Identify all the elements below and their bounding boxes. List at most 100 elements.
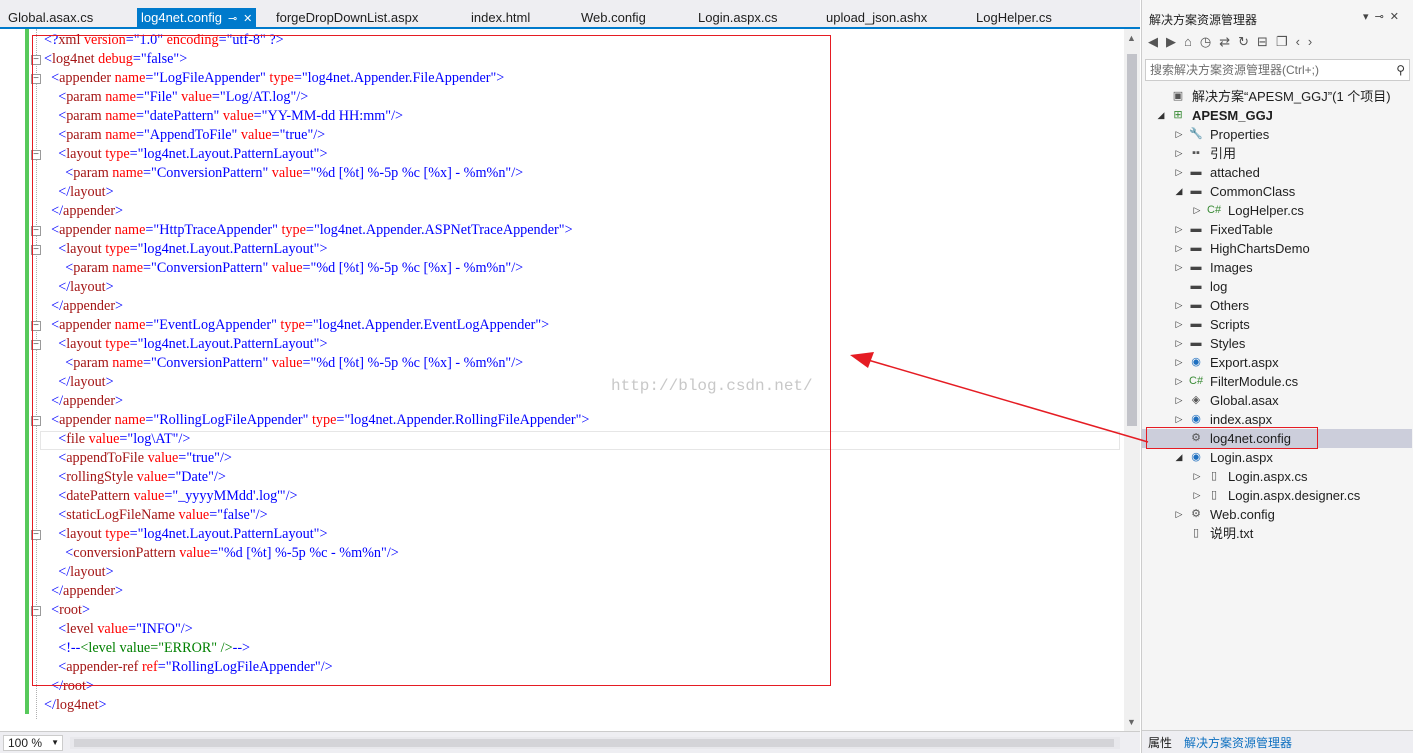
pin-icon[interactable]: ⊸	[1375, 11, 1390, 23]
collapsed-arrow-icon[interactable]: ▷	[1174, 125, 1184, 144]
annotation-box	[32, 35, 831, 686]
expanded-arrow-icon[interactable]: ◢	[1174, 182, 1184, 201]
tree-item-label: Export.aspx	[1210, 355, 1279, 370]
collapsed-arrow-icon[interactable]: ▷	[1174, 315, 1184, 334]
tab-properties[interactable]: 属性	[1148, 734, 1172, 751]
collapsed-arrow-icon[interactable]: ▷	[1174, 144, 1184, 163]
search-icon[interactable]: ⚲	[1396, 60, 1405, 80]
pin-icon[interactable]: ⊸	[228, 10, 237, 29]
collapsed-arrow-icon[interactable]: ▷	[1174, 353, 1184, 372]
collapsed-arrow-icon[interactable]: ▷	[1192, 201, 1202, 220]
collapsed-arrow-icon[interactable]: ▷	[1174, 239, 1184, 258]
tree-item[interactable]: ▬ log	[1142, 277, 1412, 296]
collapsed-arrow-icon[interactable]: ▷	[1174, 334, 1184, 353]
tab-solution-explorer[interactable]: 解决方案资源管理器	[1184, 734, 1292, 751]
back-icon[interactable]: ◀	[1148, 34, 1166, 49]
tree-item[interactable]: ▷ ▬ Styles	[1142, 334, 1412, 353]
scroll-thumb[interactable]	[74, 739, 1114, 747]
tree-item[interactable]: ▷ C# FilterModule.cs	[1142, 372, 1412, 391]
editor-horizontal-scrollbar[interactable]	[70, 737, 1120, 749]
refresh-icon[interactable]: ↻	[1238, 34, 1257, 49]
collapsed-arrow-icon[interactable]: ▷	[1192, 467, 1202, 486]
tab-web-config[interactable]: Web.config	[581, 8, 646, 27]
tree-item[interactable]: ▷ ▬ HighChartsDemo	[1142, 239, 1412, 258]
search-placeholder: 搜索解决方案资源管理器(Ctrl+;)	[1150, 63, 1319, 77]
editor-bottom-bar: 100 % ▼	[0, 731, 1140, 753]
scroll-down-icon[interactable]: ▼	[1127, 717, 1136, 727]
collapsed-arrow-icon[interactable]: ▷	[1174, 372, 1184, 391]
collapsed-arrow-icon[interactable]: ▷	[1174, 505, 1184, 524]
tree-item-label: Others	[1210, 298, 1250, 313]
tree-item[interactable]: ▷ ▯ Login.aspx.designer.cs	[1142, 486, 1412, 505]
tree-item[interactable]: ▷ ▬ Scripts	[1142, 315, 1412, 334]
tree-item[interactable]: ▷ ⚙ Web.config	[1142, 505, 1412, 524]
tree-item[interactable]: ▣ 解决方案“APESM_GGJ”(1 个项目)	[1142, 87, 1412, 106]
tree-item[interactable]: ▯ 说明.txt	[1142, 524, 1412, 543]
tab-global-asax-cs[interactable]: Global.asax.cs	[8, 8, 93, 27]
tree-item[interactable]: ▷ ▬ Others	[1142, 296, 1412, 315]
expanded-arrow-icon[interactable]: ◢	[1156, 106, 1166, 125]
collapse-icon[interactable]: ⊟	[1257, 34, 1276, 49]
tree-item-label: log	[1210, 279, 1228, 294]
search-input[interactable]: 搜索解决方案资源管理器(Ctrl+;) ⚲	[1145, 59, 1410, 81]
tab-upload-json-ashx[interactable]: upload_json.ashx	[826, 8, 927, 27]
references-icon: ▪▪	[1192, 147, 1200, 159]
code-editor[interactable]: <?xml version="1.0" encoding="utf-8" ?> <…	[0, 29, 1124, 731]
tree-item-label: Login.aspx.designer.cs	[1228, 488, 1361, 503]
expanded-arrow-icon[interactable]: ◢	[1174, 448, 1184, 467]
solution-icon: ▣	[1172, 90, 1184, 102]
tree-item[interactable]: ▷ ▯ Login.aspx.cs	[1142, 467, 1412, 486]
history-icon[interactable]: ◷	[1200, 34, 1219, 49]
tree-item[interactable]: ▷ ▬ attached	[1142, 163, 1412, 182]
tree-item-label: 引用	[1210, 146, 1237, 161]
scroll-thumb[interactable]	[1127, 54, 1137, 426]
tree-item[interactable]: ▷ ▬ Images	[1142, 258, 1412, 277]
tab-label: log4net.config	[141, 10, 222, 25]
tree-item[interactable]: ▷ ▪▪ 引用	[1142, 144, 1412, 163]
code-icon[interactable]: ‹›	[1296, 34, 1321, 49]
tree-item[interactable]: ◢ ⊞ APESM_GGJ	[1142, 106, 1412, 125]
config-file-icon: ⚙	[1191, 508, 1201, 520]
copy-icon[interactable]: ❐	[1276, 34, 1296, 49]
text-file-icon: ▯	[1192, 527, 1200, 539]
tab-forgedropdownlist-aspx[interactable]: forgeDropDownList.aspx	[276, 8, 418, 27]
code-token: log4net	[55, 697, 99, 713]
tree-item[interactable]: ▷ ▬ FixedTable	[1142, 220, 1412, 239]
tab-log4net-config[interactable]: log4net.config ⊸ ✕	[137, 8, 257, 29]
tab-login-aspx-cs[interactable]: Login.aspx.cs	[698, 8, 778, 27]
collapsed-arrow-icon[interactable]: ▷	[1192, 486, 1202, 505]
collapsed-arrow-icon[interactable]: ▷	[1174, 220, 1184, 239]
home-icon[interactable]: ⌂	[1184, 34, 1200, 49]
tab-loghelper-cs[interactable]: LogHelper.cs	[976, 8, 1052, 27]
close-icon[interactable]: ✕	[1390, 11, 1405, 23]
folder-icon: ▬	[1190, 318, 1202, 330]
aspx-file-icon: ◉	[1191, 356, 1201, 368]
dropdown-icon[interactable]: ▾	[1363, 11, 1375, 23]
collapsed-arrow-icon[interactable]: ▷	[1174, 163, 1184, 182]
editor-vertical-scrollbar[interactable]: ▲ ▼	[1124, 29, 1140, 731]
collapsed-arrow-icon[interactable]: ▷	[1174, 296, 1184, 315]
panel-title-controls: ▾⊸✕	[1363, 10, 1405, 23]
code-token: </	[44, 697, 56, 713]
tree-item[interactable]: ◢ ◉ Login.aspx	[1142, 448, 1412, 467]
tree-item[interactable]: ▷ ◈ Global.asax	[1142, 391, 1412, 410]
code-token: >	[98, 697, 107, 713]
sync-icon[interactable]: ⇄	[1219, 34, 1238, 49]
scroll-up-icon[interactable]: ▲	[1127, 33, 1136, 43]
tree-item-label: Images	[1210, 260, 1253, 275]
tree-item[interactable]: ▷ ◉ Export.aspx	[1142, 353, 1412, 372]
close-icon[interactable]: ✕	[243, 10, 252, 29]
tree-item[interactable]: ▷ C# LogHelper.cs	[1142, 201, 1412, 220]
collapsed-arrow-icon[interactable]: ▷	[1174, 391, 1184, 410]
zoom-value: 100 %	[8, 736, 43, 750]
tree-item[interactable]: ▷ 🔧 Properties	[1142, 125, 1412, 144]
tree-item-label: attached	[1210, 165, 1260, 180]
zoom-select[interactable]: 100 % ▼	[3, 735, 63, 751]
tab-index-html[interactable]: index.html	[471, 8, 530, 27]
collapsed-arrow-icon[interactable]: ▷	[1174, 258, 1184, 277]
csharp-file-icon: C#	[1189, 375, 1204, 387]
tree-item-label: CommonClass	[1210, 184, 1296, 199]
tree-item[interactable]: ◢ ▬ CommonClass	[1142, 182, 1412, 201]
forward-icon[interactable]: ▶	[1166, 34, 1184, 49]
tree-item-label: FixedTable	[1210, 222, 1273, 237]
